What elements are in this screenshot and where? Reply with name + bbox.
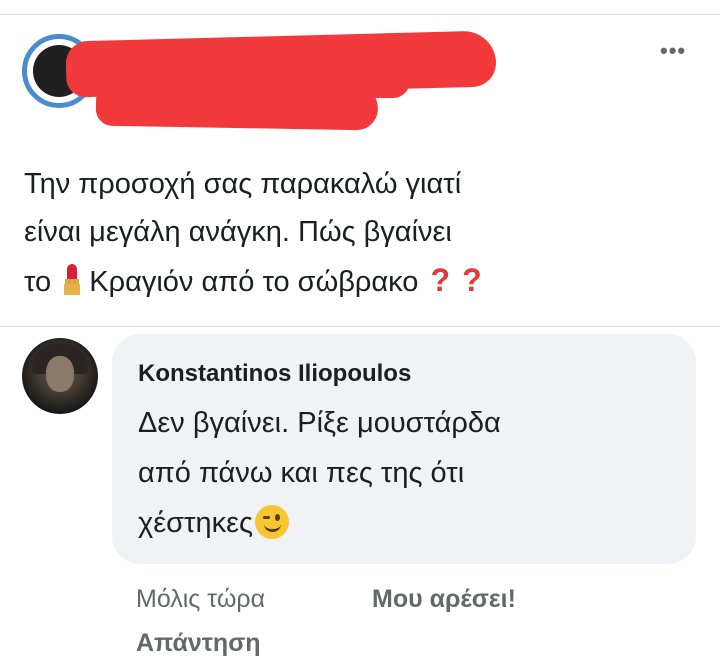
comment-line-text: χέστηκες (138, 507, 254, 539)
post-line: είναι μεγάλη ανάγκη. Πώς βγαίνει (24, 216, 452, 248)
lipstick-icon (61, 262, 83, 296)
reply-button[interactable]: Απάντηση (136, 629, 261, 658)
redaction-scribble (95, 79, 379, 131)
comment-line: χέστηκες (138, 498, 678, 548)
comment-line: από πάνω και πες της ότι (138, 457, 465, 489)
question-mark-icon: ? (462, 262, 482, 298)
post-line: Την προσοχή σας παρακαλώ γιατί (24, 168, 462, 200)
comment-timestamp[interactable]: Μόλις τώρα (136, 585, 265, 614)
comment-author-name[interactable]: Konstantinos Iliopoulos (138, 360, 411, 388)
commenter-avatar[interactable] (22, 338, 98, 414)
post-line-end: Κραγιόν από το σώβρακο (89, 266, 419, 298)
more-options-icon[interactable]: ••• (660, 38, 686, 64)
top-divider (0, 14, 720, 15)
question-mark-icon: ? (430, 262, 451, 298)
wink-emoji-icon (255, 505, 290, 539)
post-text: Την προσοχή σας παρακαλώ γιατί είναι μεγ… (24, 160, 704, 306)
post-line-start: το (24, 266, 52, 298)
comment-line: Δεν βγαίνει. Ρίξε μουστάρδα (138, 407, 501, 439)
like-button[interactable]: Μου αρέσει! (372, 585, 516, 614)
comment-text: Δεν βγαίνει. Ρίξε μουστάρδα από πάνω και… (138, 398, 678, 548)
post-line: το Κραγιόν από το σώβρακο ? ? (24, 256, 704, 306)
post-divider (0, 326, 720, 327)
